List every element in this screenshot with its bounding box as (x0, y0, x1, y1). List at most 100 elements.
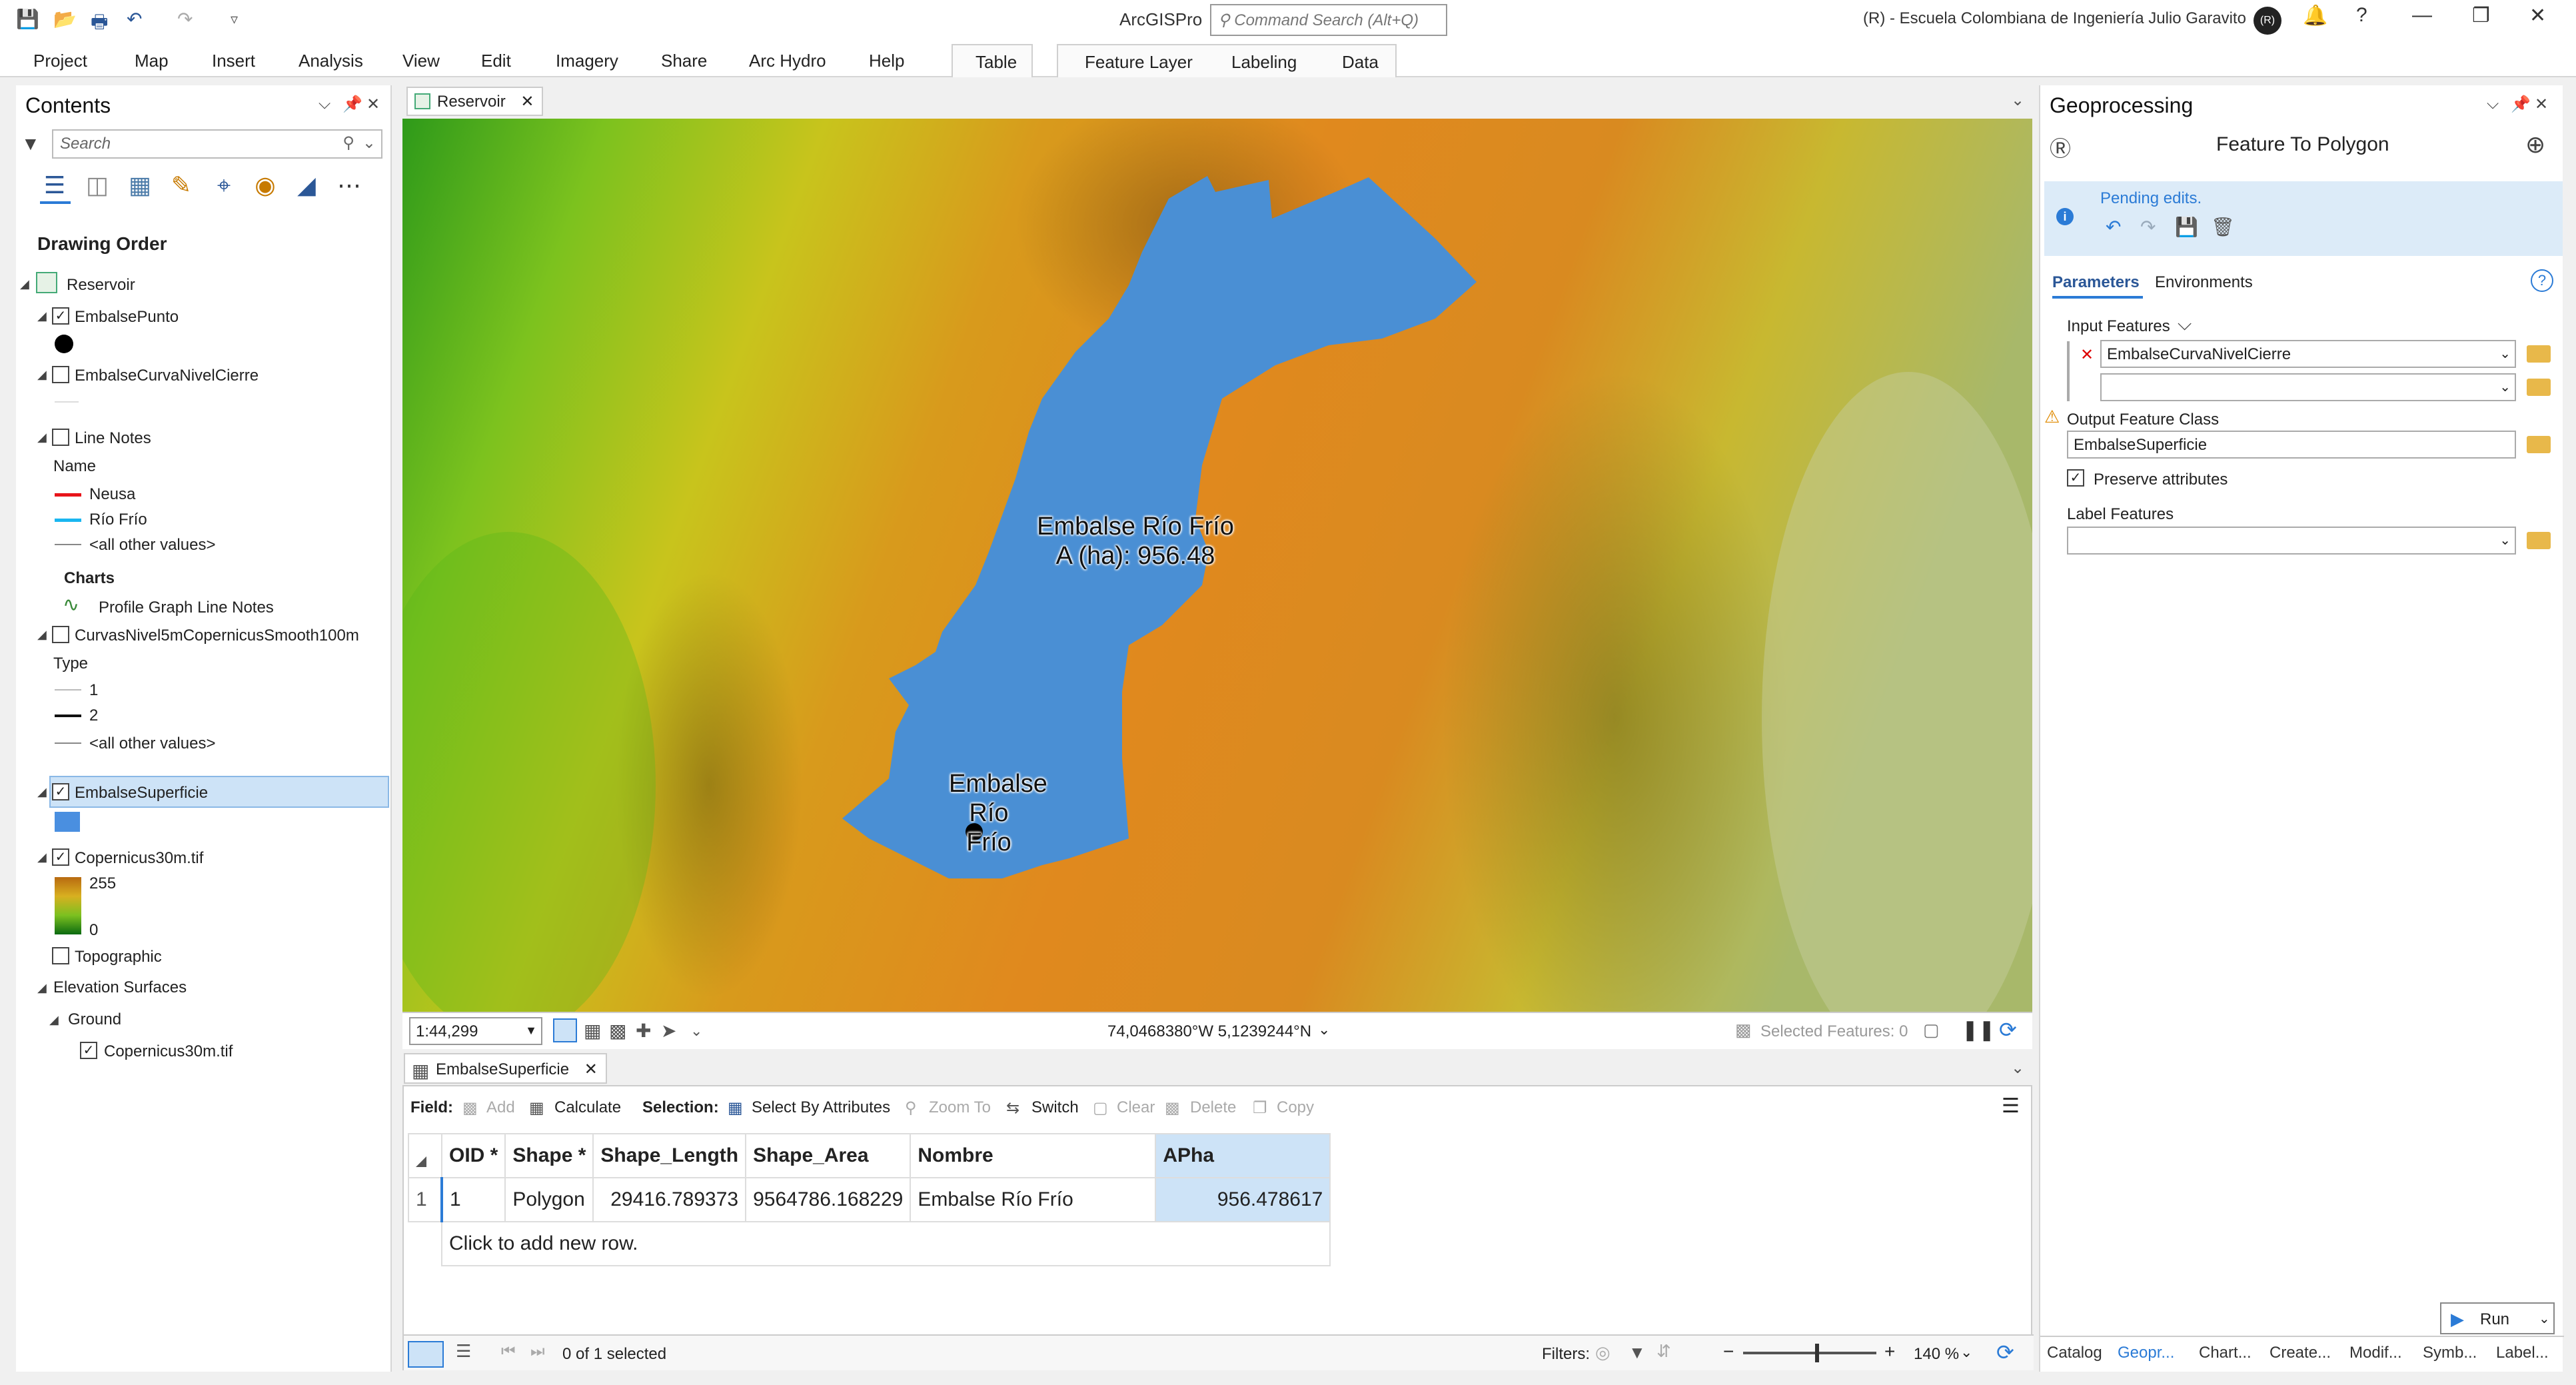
input-features-field[interactable]: EmbalseCurvaNivelCierre ⌄ (2100, 340, 2516, 368)
chevron-down-icon[interactable]: ⌄ (362, 133, 376, 153)
filter-icon[interactable]: ▼ (21, 133, 40, 155)
output-feature-class-field[interactable]: EmbalseSuperficie (2067, 431, 2516, 459)
discard-edits-icon[interactable]: 🗑 (2211, 216, 2235, 238)
command-search-input[interactable]: ⚲ Command Search (Alt+Q) (1210, 4, 1447, 36)
calculate-icon[interactable]: ▦ (529, 1098, 544, 1118)
last-record-icon[interactable]: ⏭ (530, 1342, 545, 1361)
refresh-icon[interactable]: ⟳ (1999, 1017, 2017, 1042)
pane-options-icon[interactable]: ⌵ (319, 95, 330, 113)
add-icon[interactable]: ⊕ (2525, 131, 2545, 159)
toc-layer-topographic[interactable]: Topographic (75, 948, 162, 966)
chevron-down-icon[interactable]: ⌄ (2539, 1310, 2550, 1327)
refresh-layout-icon[interactable]: ▢ (1923, 1020, 1940, 1040)
redo-icon[interactable]: ↷ (2140, 216, 2156, 238)
redo-icon[interactable]: ↷ (177, 8, 193, 30)
preserve-attributes-checkbox[interactable]: ✓ (2067, 469, 2084, 487)
zoom-to-button[interactable]: Zoom To (929, 1098, 991, 1117)
filter-time-icon[interactable]: ⇵ (1656, 1341, 1671, 1362)
undo-icon[interactable]: ↶ (127, 8, 142, 30)
save-edits-icon[interactable]: 💾 (2175, 216, 2198, 238)
close-pane-icon[interactable]: ✕ (366, 95, 380, 114)
add-field-icon[interactable]: ▩ (462, 1098, 478, 1118)
pane-options-icon[interactable]: ⌵ (2487, 95, 2499, 113)
add-row[interactable]: Click to add new row. (408, 1221, 1331, 1266)
elevation-color-ramp[interactable] (55, 877, 81, 934)
column-header-shape[interactable]: Shape * (504, 1133, 594, 1178)
column-header-apha[interactable]: APha (1155, 1133, 1331, 1178)
show-selected-records-icon[interactable]: ☰ (456, 1341, 471, 1362)
toc-layer-embalse-curva[interactable]: EmbalseCurvaNivelCierre (75, 367, 259, 385)
toc-layer-curvas[interactable]: CurvasNivel5mCopernicusSmooth100m (75, 627, 359, 645)
close-pane-icon[interactable]: ✕ (2535, 95, 2548, 114)
select-by-attributes-button[interactable]: Select By Attributes (752, 1098, 890, 1117)
tab-insert[interactable]: Insert (212, 51, 255, 71)
toc-layer-copernicus[interactable]: Copernicus30m.tif (75, 849, 203, 868)
click-to-add-row[interactable]: Click to add new row. (440, 1221, 1331, 1266)
zoom-to-icon[interactable]: ⚲ (905, 1098, 917, 1118)
open-project-icon[interactable]: 📂 (53, 8, 77, 30)
checkbox-line-notes[interactable] (52, 429, 69, 446)
chevron-down-icon[interactable]: ⌄ (2499, 532, 2511, 549)
tab-catalog[interactable]: Catalog (2047, 1344, 2102, 1362)
neusa-line-symbol[interactable] (55, 493, 81, 497)
tab-analysis[interactable]: Analysis (299, 51, 363, 71)
delete-button[interactable]: Delete (1190, 1098, 1236, 1117)
list-by-selection-icon[interactable]: ▦ (125, 171, 155, 200)
tab-map[interactable]: Map (135, 51, 169, 71)
zoom-slider[interactable] (1743, 1352, 1876, 1354)
column-header-shape-length[interactable]: Shape_Length (592, 1133, 747, 1178)
chevron-down-icon[interactable]: ⌄ (2011, 1058, 2024, 1078)
chevron-down-circle-icon[interactable]: ⌵ (2178, 313, 2192, 335)
zoom-out-icon[interactable]: − (1723, 1341, 1734, 1362)
cell-nombre[interactable]: Embalse Río Frío (910, 1177, 1157, 1222)
browse-folder-icon[interactable] (2527, 379, 2551, 396)
switch-selection-icon[interactable]: ⇆ (1006, 1098, 1019, 1118)
checkbox-ground-copernicus[interactable]: ✓ (80, 1042, 97, 1059)
polygon-fill-symbol[interactable] (55, 812, 80, 832)
zoom-slider-thumb[interactable] (1815, 1344, 1819, 1362)
collapse-triangle-icon[interactable]: ◢ (37, 981, 47, 995)
minimize-icon[interactable]: — (2412, 4, 2432, 27)
more-options-icon[interactable]: ⋯ (334, 171, 364, 200)
toc-layer-embalse-punto[interactable]: EmbalsePunto (75, 308, 179, 327)
type1-line-symbol[interactable] (55, 689, 81, 691)
close-tab-icon[interactable]: ✕ (520, 93, 534, 111)
chevron-down-icon[interactable]: ⌄ (2499, 345, 2511, 362)
save-project-icon[interactable]: 💾 (16, 8, 39, 30)
tab-table-embalse-superficie[interactable]: ▦ EmbalseSuperficie ✕ (404, 1053, 607, 1084)
tab-arc-hydro[interactable]: Arc Hydro (749, 51, 826, 71)
line-symbol[interactable] (55, 401, 79, 403)
tab-map-reservoir[interactable]: Reservoir ✕ (406, 87, 544, 116)
customize-qat-icon[interactable]: ▿ (231, 11, 238, 28)
pause-drawing-icon[interactable]: ❚❚ (1962, 1018, 1995, 1042)
avatar[interactable]: (R) (2254, 7, 2281, 35)
restore-icon[interactable]: ❐ (2472, 4, 2490, 27)
column-header-nombre[interactable]: Nombre (910, 1133, 1157, 1178)
tab-environments[interactable]: Environments (2155, 273, 2253, 292)
column-header-shape-area[interactable]: Shape_Area (745, 1133, 912, 1178)
clear-selection-button[interactable]: Clear (1117, 1098, 1155, 1117)
tab-labeling-pane[interactable]: Label... (2496, 1344, 2549, 1362)
collapse-triangle-icon[interactable]: ◢ (37, 785, 47, 799)
list-by-labeling-icon[interactable]: ◉ (251, 171, 280, 200)
calculate-button[interactable]: Calculate (554, 1098, 621, 1117)
tab-symbology[interactable]: Symb... (2423, 1344, 2477, 1362)
first-record-icon[interactable]: ⏮ (501, 1342, 516, 1361)
run-button[interactable]: ▶ Run ⌄ (2440, 1302, 2555, 1334)
input-features-field-empty[interactable]: ⌄ (2100, 373, 2516, 401)
list-by-source-icon[interactable]: ◫ (83, 171, 112, 200)
collapse-triangle-icon[interactable]: ◢ (20, 277, 29, 291)
tab-modify[interactable]: Modif... (2349, 1344, 2402, 1362)
rio-frio-line-symbol[interactable] (55, 519, 81, 522)
toc-map-reservoir[interactable]: Reservoir (67, 276, 135, 295)
snapping-icon[interactable]: ▩ (609, 1020, 626, 1042)
checkbox-embalse-superficie[interactable]: ✓ (52, 783, 69, 800)
tab-view[interactable]: View (402, 51, 440, 71)
help-icon[interactable]: ? (2356, 4, 2367, 27)
tab-parameters[interactable]: Parameters (2052, 273, 2140, 292)
collapse-triangle-icon[interactable]: ◢ (37, 309, 47, 323)
column-header-oid[interactable]: OID * (440, 1133, 506, 1178)
zoom-in-icon[interactable]: + (1884, 1341, 1895, 1362)
tab-share[interactable]: Share (661, 51, 707, 71)
table-grid-icon[interactable]: ▦ (584, 1020, 601, 1042)
